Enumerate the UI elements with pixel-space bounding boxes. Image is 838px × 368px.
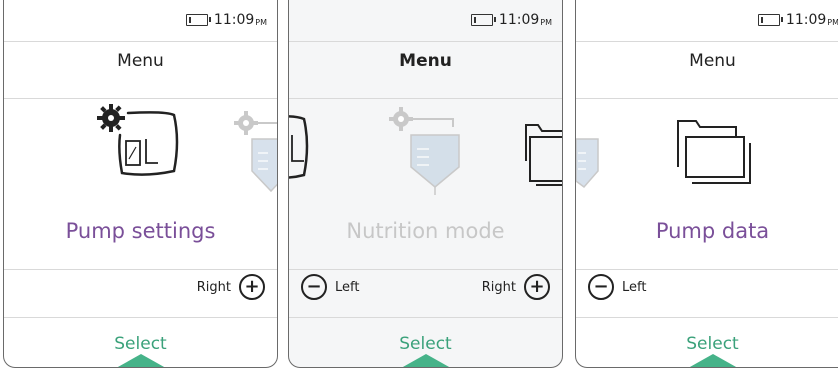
right-control[interactable]: Right + — [482, 269, 550, 305]
clock-time: 11:09 — [498, 12, 540, 28]
screen-pump-settings: 11:09 PM Menu Pump settings Right + Sele… — [3, 0, 278, 368]
plus-button[interactable]: + — [239, 274, 265, 300]
left-control[interactable]: − Left — [301, 269, 359, 305]
pump-settings-icon — [97, 104, 179, 176]
item-label: Nutrition mode — [346, 219, 505, 243]
pump-data-icon — [525, 124, 562, 186]
screen-pump-data: 11:09 PM Menu Pump data − Left Select — [575, 0, 838, 368]
divider — [289, 317, 562, 318]
nutrition-mode-icon — [576, 138, 599, 189]
clock-ampm: PM — [540, 18, 552, 27]
screen-nutrition-mode: 11:09 PM Menu Nutrition mode − Left Righ… — [288, 0, 563, 368]
page-title: Menu — [117, 51, 164, 71]
left-control[interactable]: − Left — [588, 269, 646, 305]
divider — [576, 98, 838, 99]
status-bar: 11:09 PM — [576, 1, 838, 39]
select-button[interactable]: Select — [289, 334, 562, 354]
right-label: Right — [196, 279, 231, 295]
divider — [4, 98, 277, 99]
nutrition-mode-icon — [389, 107, 460, 195]
divider — [576, 41, 838, 42]
divider — [4, 41, 277, 42]
pump-data-icon — [677, 120, 751, 184]
carousel — [576, 101, 838, 201]
divider — [289, 41, 562, 42]
select-button[interactable]: Select — [576, 334, 838, 354]
right-control[interactable]: Right + — [197, 269, 265, 305]
nav-bar: − Left — [576, 269, 838, 305]
minus-button[interactable]: − — [588, 274, 614, 300]
nav-bar: Right + — [4, 269, 277, 305]
clock-time: 11:09 — [785, 12, 827, 28]
carousel — [4, 101, 277, 201]
divider — [576, 317, 838, 318]
battery-icon — [757, 14, 783, 26]
minus-button[interactable]: − — [301, 274, 327, 300]
page-title: Menu — [399, 51, 452, 71]
divider — [289, 98, 562, 99]
pump-settings-icon — [289, 115, 309, 179]
clock-time: 11:09 — [213, 12, 255, 28]
clock-ampm: PM — [255, 18, 267, 27]
carousel — [289, 101, 562, 201]
divider — [4, 317, 277, 318]
plus-button[interactable]: + — [524, 274, 550, 300]
clock-ampm: PM — [827, 18, 838, 27]
left-label: Left — [335, 279, 360, 295]
select-indicator — [108, 354, 173, 367]
page-title: Menu — [689, 51, 736, 71]
select-indicator — [680, 354, 745, 367]
select-button[interactable]: Select — [4, 334, 277, 354]
battery-icon — [470, 14, 496, 26]
status-bar: 11:09 PM — [4, 1, 277, 39]
status-bar: 11:09 PM — [289, 1, 562, 39]
nav-bar: − Left Right + — [289, 269, 562, 305]
select-indicator — [393, 354, 458, 367]
nutrition-mode-icon — [234, 111, 277, 193]
item-label: Pump data — [655, 219, 770, 243]
battery-icon — [185, 14, 211, 26]
right-label: Right — [481, 279, 516, 295]
left-label: Left — [622, 279, 647, 295]
item-label: Pump settings — [65, 219, 216, 243]
